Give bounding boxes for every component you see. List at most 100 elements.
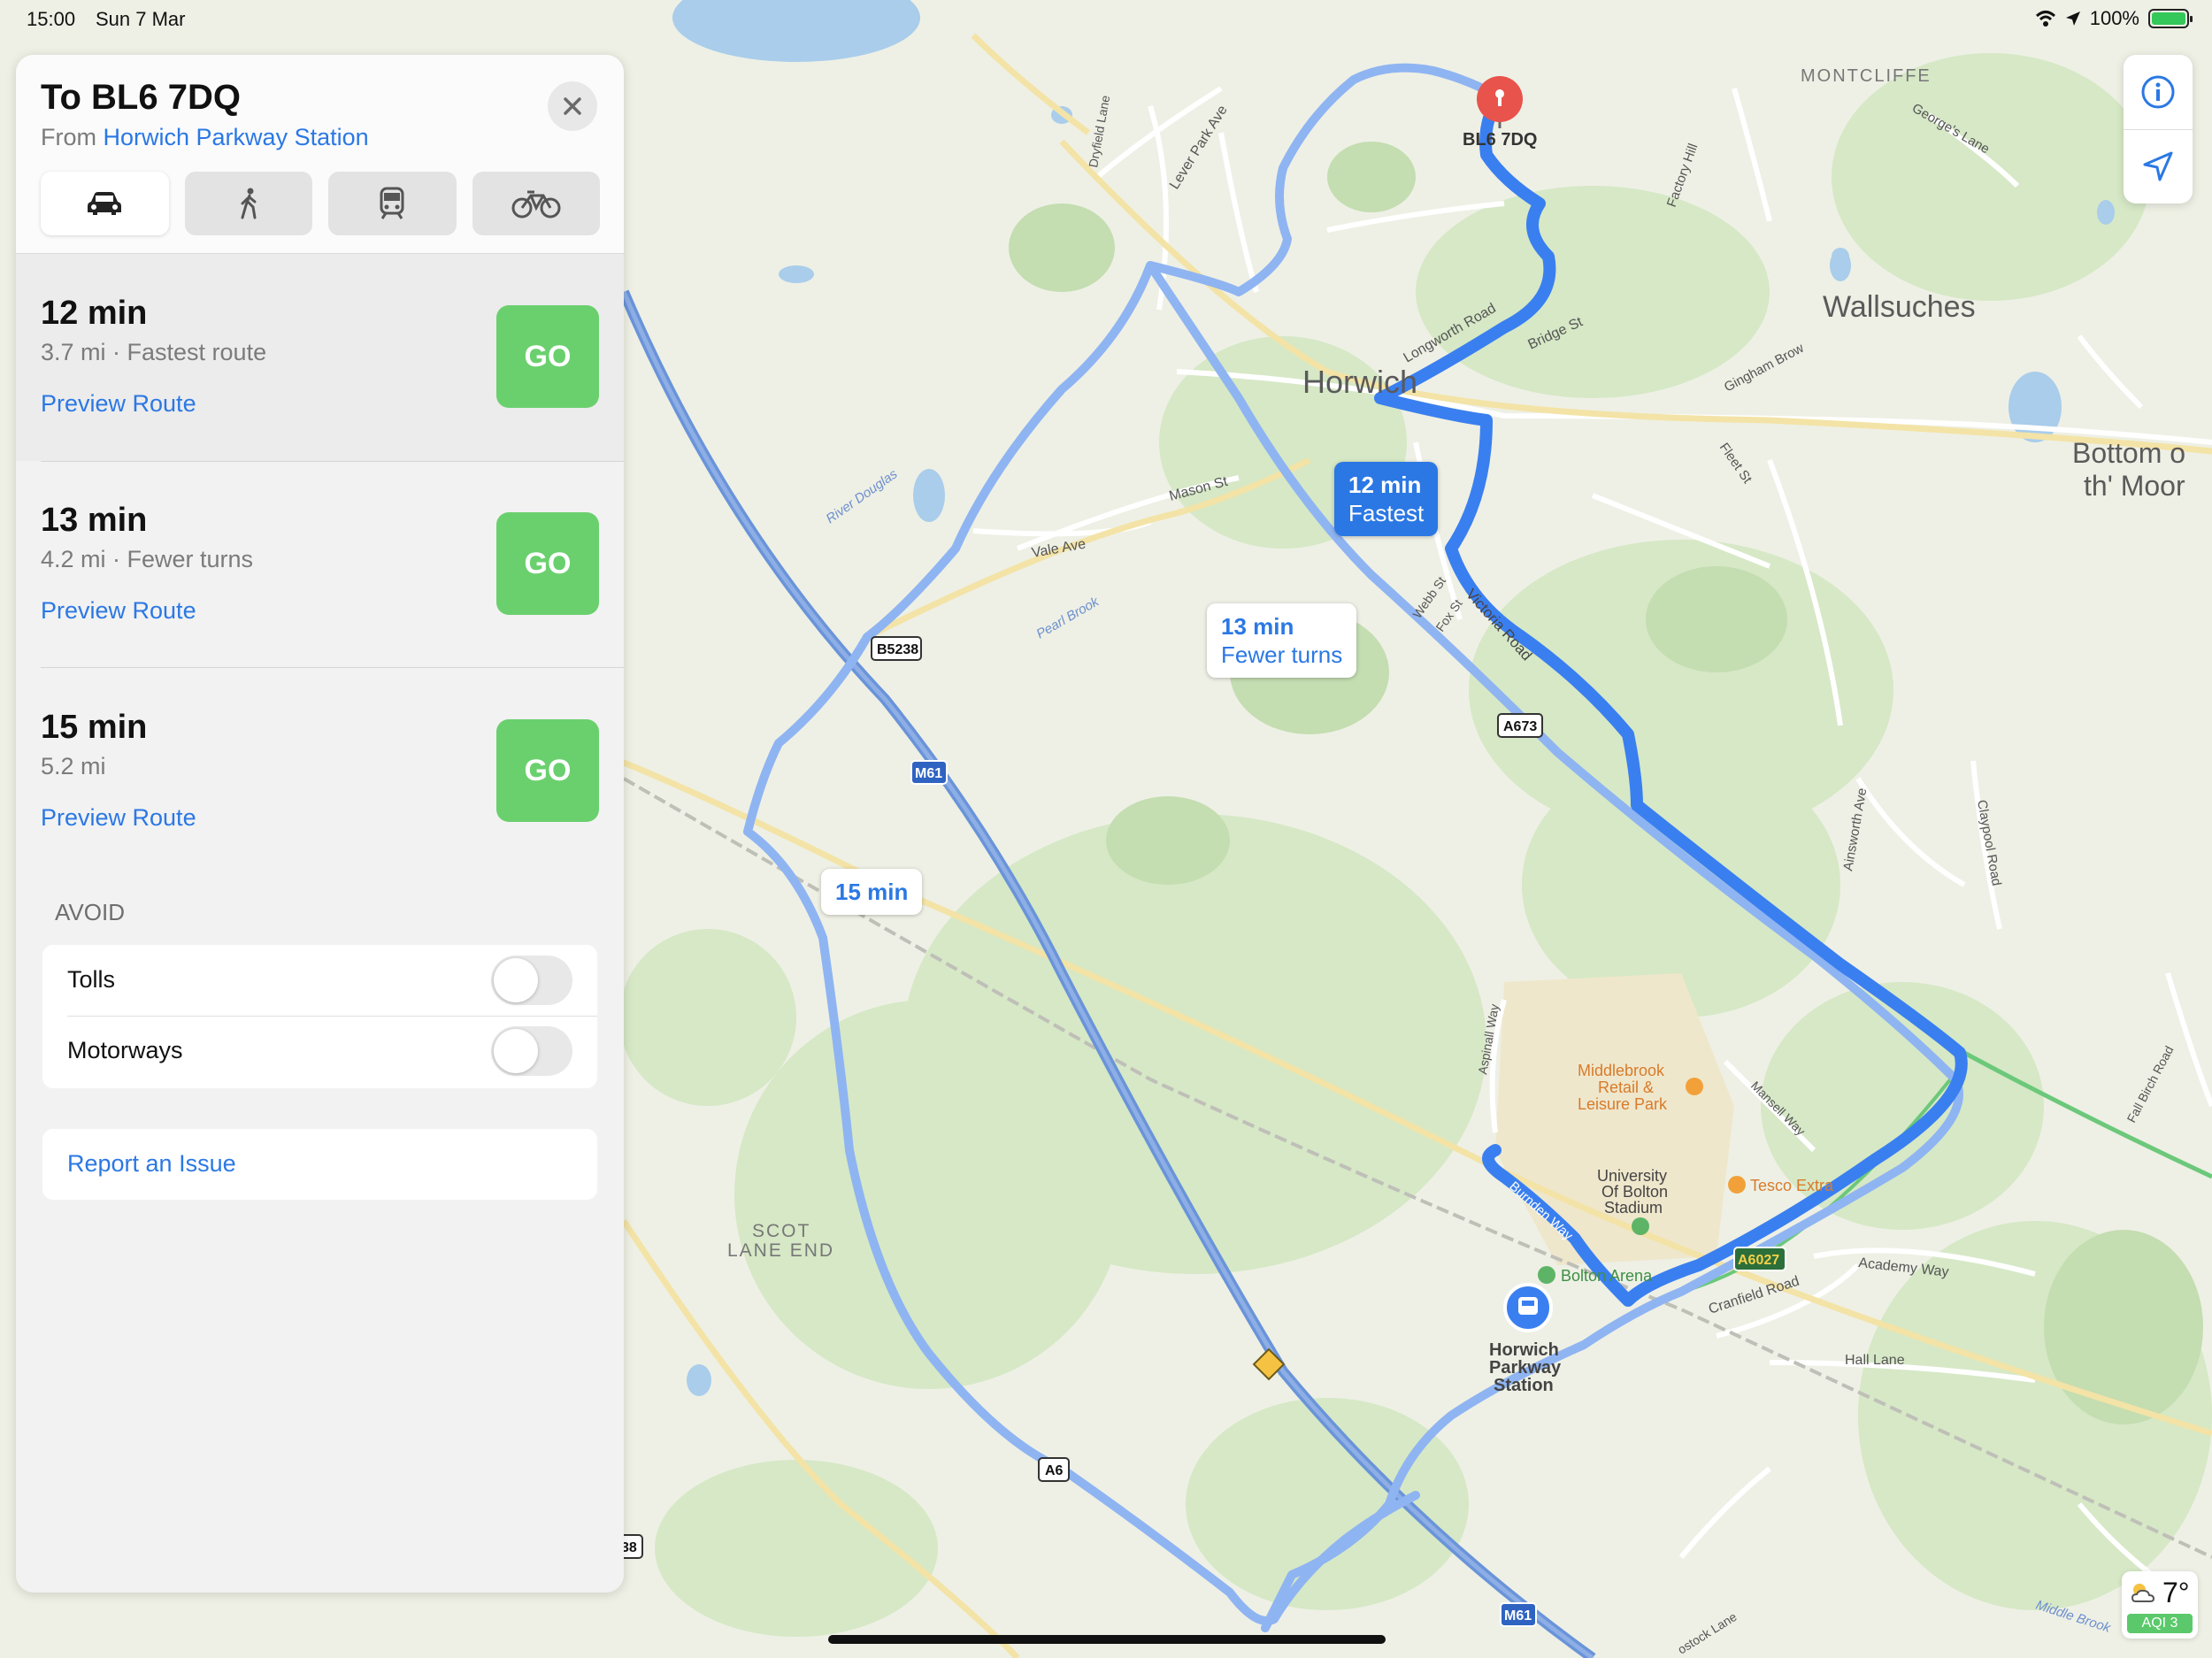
bubble-desc: Fewer turns	[1221, 641, 1343, 668]
arena-poi-icon	[1538, 1266, 1555, 1284]
mode-cycle-button[interactable]	[472, 172, 600, 235]
stadium-poi-icon	[1632, 1217, 1649, 1235]
svg-text:A6027: A6027	[1738, 1253, 1779, 1268]
preview-route-link[interactable]: Preview Route	[41, 597, 196, 625]
avoid-tolls-row: Tolls	[42, 945, 597, 1016]
uni-label-1: University	[1597, 1167, 1667, 1185]
a6027-shield: A6027	[1733, 1247, 1786, 1271]
aqi-badge: AQI 3	[2127, 1614, 2193, 1633]
status-time: 15:00	[27, 8, 76, 30]
route-details: 4.2 mi · Fewer turns	[41, 546, 254, 572]
bubble-desc: Fastest	[1348, 500, 1425, 526]
preview-route-link[interactable]: Preview Route	[41, 390, 196, 418]
a673-shield: A673	[1497, 713, 1543, 738]
route-details: 5.2 mi	[41, 753, 106, 779]
weather-widget[interactable]: 7° AQI 3	[2122, 1571, 2198, 1639]
m61-shield: M61	[910, 760, 948, 785]
route-details: 3.7 mi · Fastest route	[41, 339, 267, 365]
horwich-label: Horwich	[1302, 364, 1417, 400]
route-option[interactable]: 13 min 4.2 mi · Fewer turns Preview Rout…	[16, 461, 624, 668]
info-button[interactable]	[2124, 55, 2193, 129]
route-bubble-15min[interactable]: 15 min	[821, 869, 923, 915]
origin-link[interactable]: Horwich Parkway Station	[104, 124, 369, 150]
a6-shield: A6	[1038, 1457, 1070, 1482]
go-button[interactable]: GO	[496, 719, 599, 822]
route-option[interactable]: 15 min 5.2 mi Preview Route GO	[16, 668, 624, 875]
scot-lane-label-1: SCOT	[752, 1221, 810, 1241]
route-bubble-fastest[interactable]: 12 min Fastest	[1334, 462, 1439, 536]
wallsuches-label: Wallsuches	[1823, 290, 1976, 324]
route-time: 15 min	[41, 709, 148, 746]
toggle-knob	[494, 1029, 538, 1073]
route-option[interactable]: 12 min 3.7 mi · Fastest route Preview Ro…	[16, 254, 624, 461]
svg-text:M61: M61	[1504, 1608, 1532, 1623]
transit-icon	[380, 187, 404, 219]
bubble-time: 13 min	[1221, 613, 1294, 640]
uni-label-2: Of Bolton	[1601, 1183, 1668, 1201]
report-issue-button[interactable]: Report an Issue	[42, 1129, 597, 1200]
avoid-motorways-toggle[interactable]	[491, 1026, 572, 1076]
divider	[41, 461, 624, 462]
mode-walk-button[interactable]	[184, 172, 312, 235]
station-label-1: Horwich	[1489, 1340, 1559, 1360]
avoid-tolls-toggle[interactable]	[491, 956, 572, 1005]
tesco-poi-icon	[1728, 1176, 1746, 1194]
origin-line: From Horwich Parkway Station	[41, 124, 369, 151]
mode-drive-button[interactable]	[41, 172, 169, 235]
m61-shield-lower: M61	[1500, 1602, 1537, 1627]
go-button[interactable]: GO	[496, 512, 599, 615]
middlebrook-label-3: Leisure Park	[1578, 1095, 1668, 1113]
station-label-2: Parkway	[1489, 1358, 1562, 1378]
status-right: 100%	[2035, 7, 2193, 30]
destination-label: BL6 7DQ	[1463, 130, 1537, 150]
walk-icon	[241, 188, 257, 219]
close-icon	[564, 97, 581, 115]
bottom-moor-label-1: Bottom o	[2072, 437, 2185, 469]
report-issue-label: Report an Issue	[67, 1150, 236, 1177]
station-label-3: Station	[1494, 1376, 1554, 1395]
wifi-icon	[2035, 11, 2055, 27]
avoid-options: Tolls Motorways	[42, 945, 597, 1088]
bolton-arena-label: Bolton Arena	[1561, 1267, 1653, 1285]
locate-me-button[interactable]	[2124, 129, 2193, 203]
retail-poi-icon	[1686, 1078, 1703, 1095]
go-button[interactable]: GO	[496, 305, 599, 408]
avoid-motorways-row: Motorways	[42, 1016, 597, 1086]
battery-icon	[2148, 9, 2193, 28]
bubble-time: 15 min	[835, 879, 909, 905]
bubble-time: 12 min	[1348, 472, 1422, 498]
temperature: 7°	[2162, 1577, 2190, 1608]
partly-cloudy-icon	[2131, 1584, 2155, 1602]
panel-header: To BL6 7DQ From Horwich Parkway Station	[16, 55, 624, 254]
avoid-motorways-label: Motorways	[67, 1037, 183, 1063]
montcliffe-label: MONTCLIFFE	[1801, 66, 1932, 86]
route-time: 12 min	[41, 295, 148, 332]
toggle-knob	[494, 958, 538, 1002]
svg-text:A6: A6	[1045, 1463, 1064, 1478]
tesco-label: Tesco Extra	[1750, 1177, 1834, 1194]
route-time: 13 min	[41, 502, 148, 539]
status-date: Sun 7 Mar	[96, 8, 186, 30]
transport-modes	[41, 172, 600, 235]
b5238-shield: B5238	[871, 636, 922, 661]
avoid-tolls-label: Tolls	[67, 966, 116, 993]
car-icon	[88, 192, 122, 215]
location-arrow-icon	[2143, 151, 2173, 181]
location-arrow-icon	[2065, 12, 2080, 26]
station-marker-icon[interactable]	[1503, 1283, 1553, 1332]
hall-lane-label: Hall Lane	[1845, 1353, 1905, 1368]
bottom-moor-label-2: th' Moor	[2084, 470, 2185, 502]
svg-text:M61: M61	[915, 766, 942, 781]
destination-title: To BL6 7DQ	[41, 78, 241, 117]
status-bar: 15:00 Sun 7 Mar 100%	[0, 0, 2212, 39]
map-controls	[2124, 55, 2193, 203]
scot-lane-label-2: LANE END	[727, 1240, 834, 1261]
route-bubble-fewer-turns[interactable]: 13 min Fewer turns	[1207, 603, 1357, 678]
directions-panel: To BL6 7DQ From Horwich Parkway Station …	[16, 55, 624, 1593]
close-button[interactable]	[548, 81, 597, 131]
mode-transit-button[interactable]	[328, 172, 457, 235]
home-indicator[interactable]	[828, 1635, 1386, 1644]
uni-label-3: Stadium	[1604, 1199, 1663, 1217]
preview-route-link[interactable]: Preview Route	[41, 804, 196, 832]
bike-icon	[511, 190, 561, 219]
